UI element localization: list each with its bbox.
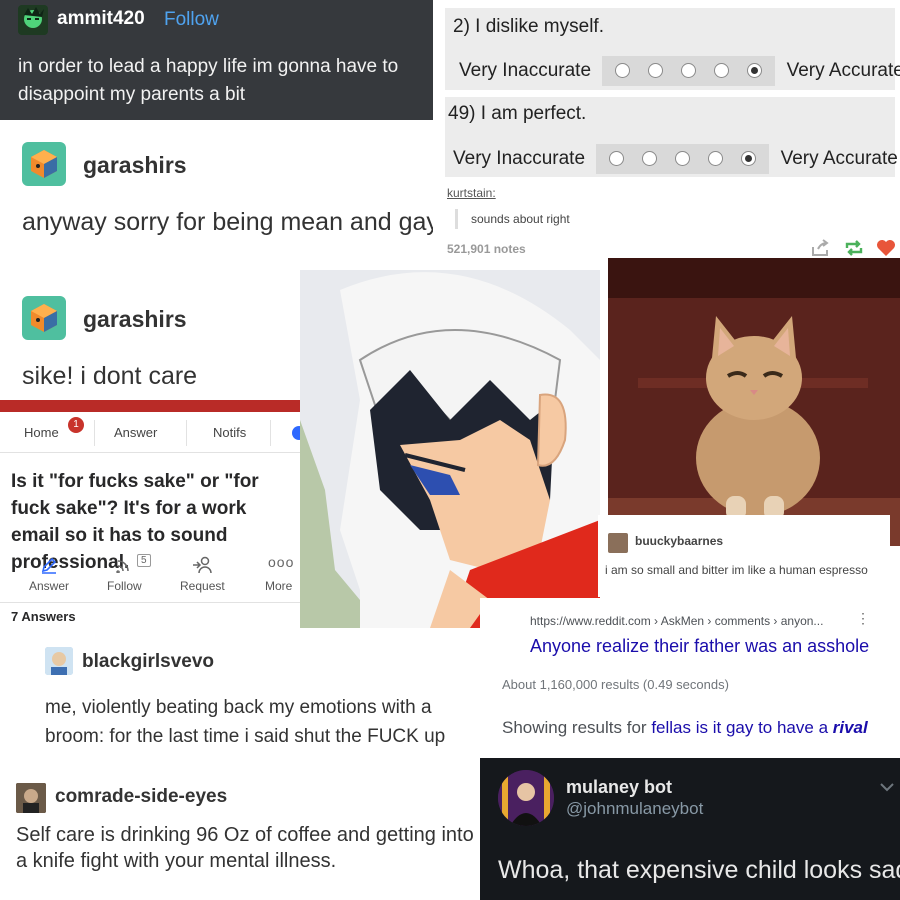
scale-row-1: Very Inaccurate Very Accurate xyxy=(459,56,900,86)
tweet-text: Whoa, that expensive child looks sad! xyxy=(498,856,900,884)
scale-row-2: Very Inaccurate Very Accurate xyxy=(453,144,898,174)
radio-option[interactable] xyxy=(708,151,724,167)
tab-divider xyxy=(270,420,271,446)
scale-high-label: Very Accurate xyxy=(786,60,900,82)
avatar[interactable] xyxy=(22,142,66,186)
profile-dot[interactable] xyxy=(292,426,300,440)
more-action-label[interactable]: More xyxy=(265,579,292,593)
google-search-result: https://www.reddit.com › AskMen › commen… xyxy=(480,598,900,758)
nav-tabs: Home 1 Answer Notifs xyxy=(0,412,300,453)
result-url[interactable]: https://www.reddit.com › AskMen › commen… xyxy=(530,614,823,628)
radio-option[interactable] xyxy=(714,63,730,79)
cube-icon xyxy=(31,150,57,178)
heart-icon[interactable] xyxy=(876,239,896,257)
reply-text: sounds about right xyxy=(471,212,570,226)
radio-option[interactable] xyxy=(642,151,658,167)
showing-results-line: Showing results for fellas is it gay to … xyxy=(502,718,868,738)
radio-option[interactable] xyxy=(648,63,664,79)
post-garashirs-1: garashirs anyway sorry for being mean an… xyxy=(0,120,433,271)
anime-boy-image xyxy=(300,270,600,628)
notification-badge: 1 xyxy=(68,417,84,433)
username[interactable]: comrade-side-eyes xyxy=(55,786,227,808)
post-garashirs-2: garashirs sike! i dont care xyxy=(0,270,300,402)
cube-icon xyxy=(31,304,57,332)
question-2-box: 49) I am perfect. Very Inaccurate Very A… xyxy=(445,97,898,177)
post-text: me, violently beating back my emotions w… xyxy=(45,697,446,747)
question-1-box: 2) I dislike myself. Very Inaccurate Ver… xyxy=(445,8,900,90)
post-text: i am so small and bitter im like a human… xyxy=(605,563,868,577)
divider xyxy=(0,602,300,603)
reblog-icon[interactable] xyxy=(844,239,864,257)
post-text: Self care is drinking 96 Oz of coffee an… xyxy=(16,824,474,872)
radio-option[interactable] xyxy=(675,151,691,167)
question-1: 2) I dislike myself. xyxy=(453,16,604,37)
request-icon[interactable] xyxy=(192,556,212,574)
quora-question: Home 1 Answer Notifs Is it "for fucks sa… xyxy=(0,400,300,630)
notes-count[interactable]: 521,901 notes xyxy=(447,242,526,256)
handle[interactable]: @johnmulaneybot xyxy=(566,799,703,819)
action-row: Answer 5 Follow Request ooo More xyxy=(0,552,300,598)
follow-link[interactable]: Follow xyxy=(164,9,219,31)
username[interactable]: ammit420 xyxy=(57,8,145,30)
rss-follow-icon[interactable] xyxy=(116,557,132,573)
scale-low-label: Very Inaccurate xyxy=(453,148,586,170)
more-options-icon[interactable]: ⋮ xyxy=(856,610,870,627)
top-bar xyxy=(0,400,300,412)
scale-low-label: Very Inaccurate xyxy=(459,60,592,82)
reblogger-link[interactable]: kurtstain: xyxy=(447,186,496,200)
avatar[interactable] xyxy=(16,783,46,813)
radio-option-selected[interactable] xyxy=(741,151,757,167)
answers-count: 7 Answers xyxy=(11,609,76,624)
scale-high-label: Very Accurate xyxy=(780,148,898,170)
answer-action-label[interactable]: Answer xyxy=(29,579,69,593)
tweet-mulaney-bot: mulaney bot @johnmulaneybot Whoa, that e… xyxy=(480,758,900,900)
grumpy-cat-image xyxy=(608,258,900,546)
avatar[interactable] xyxy=(18,5,48,35)
post-blackgirlsvevo: blackgirlsvevo me, violently beating bac… xyxy=(0,630,480,758)
post-text: sike! i dont care xyxy=(22,362,198,390)
showing-label: Showing results for xyxy=(502,718,647,737)
tab-answer[interactable]: Answer xyxy=(114,425,157,440)
corrected-query[interactable]: fellas is it gay to have a xyxy=(651,718,828,737)
username[interactable]: blackgirlsvevo xyxy=(82,651,214,673)
radio-option[interactable] xyxy=(615,63,631,79)
radio-group xyxy=(602,56,776,86)
share-icon[interactable] xyxy=(811,239,831,257)
avatar[interactable] xyxy=(498,770,554,826)
more-dots-icon[interactable]: ooo xyxy=(268,554,294,570)
corrected-query-emphasis[interactable]: rival xyxy=(833,718,868,737)
username[interactable]: garashirs xyxy=(83,152,187,179)
avatar[interactable] xyxy=(45,647,73,675)
avatar[interactable] xyxy=(608,533,628,553)
result-stats: About 1,160,000 results (0.49 seconds) xyxy=(502,677,729,692)
question-2: 49) I am perfect. xyxy=(448,103,587,124)
avatar[interactable] xyxy=(22,296,66,340)
tab-home[interactable]: Home xyxy=(24,425,59,440)
tab-notifs[interactable]: Notifs xyxy=(213,425,246,440)
tab-divider xyxy=(186,420,187,446)
follow-count: 5 xyxy=(137,554,151,567)
post-personality-test: 2) I dislike myself. Very Inaccurate Ver… xyxy=(433,0,900,270)
display-name[interactable]: mulaney bot xyxy=(566,777,672,798)
post-buuckybaarnes: buuckybaarnes i am so small and bitter i… xyxy=(598,515,890,597)
request-action-label[interactable]: Request xyxy=(180,579,225,593)
radio-option[interactable] xyxy=(609,151,625,167)
radio-option[interactable] xyxy=(681,63,697,79)
username[interactable]: buuckybaarnes xyxy=(635,534,723,548)
chevron-down-icon[interactable] xyxy=(880,782,894,792)
post-comrade-side-eyes: comrade-side-eyes Self care is drinking … xyxy=(0,758,480,900)
radio-group xyxy=(596,144,770,174)
tab-divider xyxy=(94,420,95,446)
radio-option-selected[interactable] xyxy=(747,63,763,79)
quote-bar xyxy=(455,209,458,229)
result-title[interactable]: Anyone realize their father was an assho… xyxy=(530,636,869,657)
username[interactable]: garashirs xyxy=(83,306,187,333)
post-text: anyway sorry for being mean and gay xyxy=(22,208,433,236)
post-ammit420: ammit420 Follow in order to lead a happy… xyxy=(0,0,433,120)
edit-icon[interactable] xyxy=(40,556,58,574)
post-text: in order to lead a happy life im gonna h… xyxy=(18,56,399,105)
follow-action-label[interactable]: Follow xyxy=(107,579,142,593)
